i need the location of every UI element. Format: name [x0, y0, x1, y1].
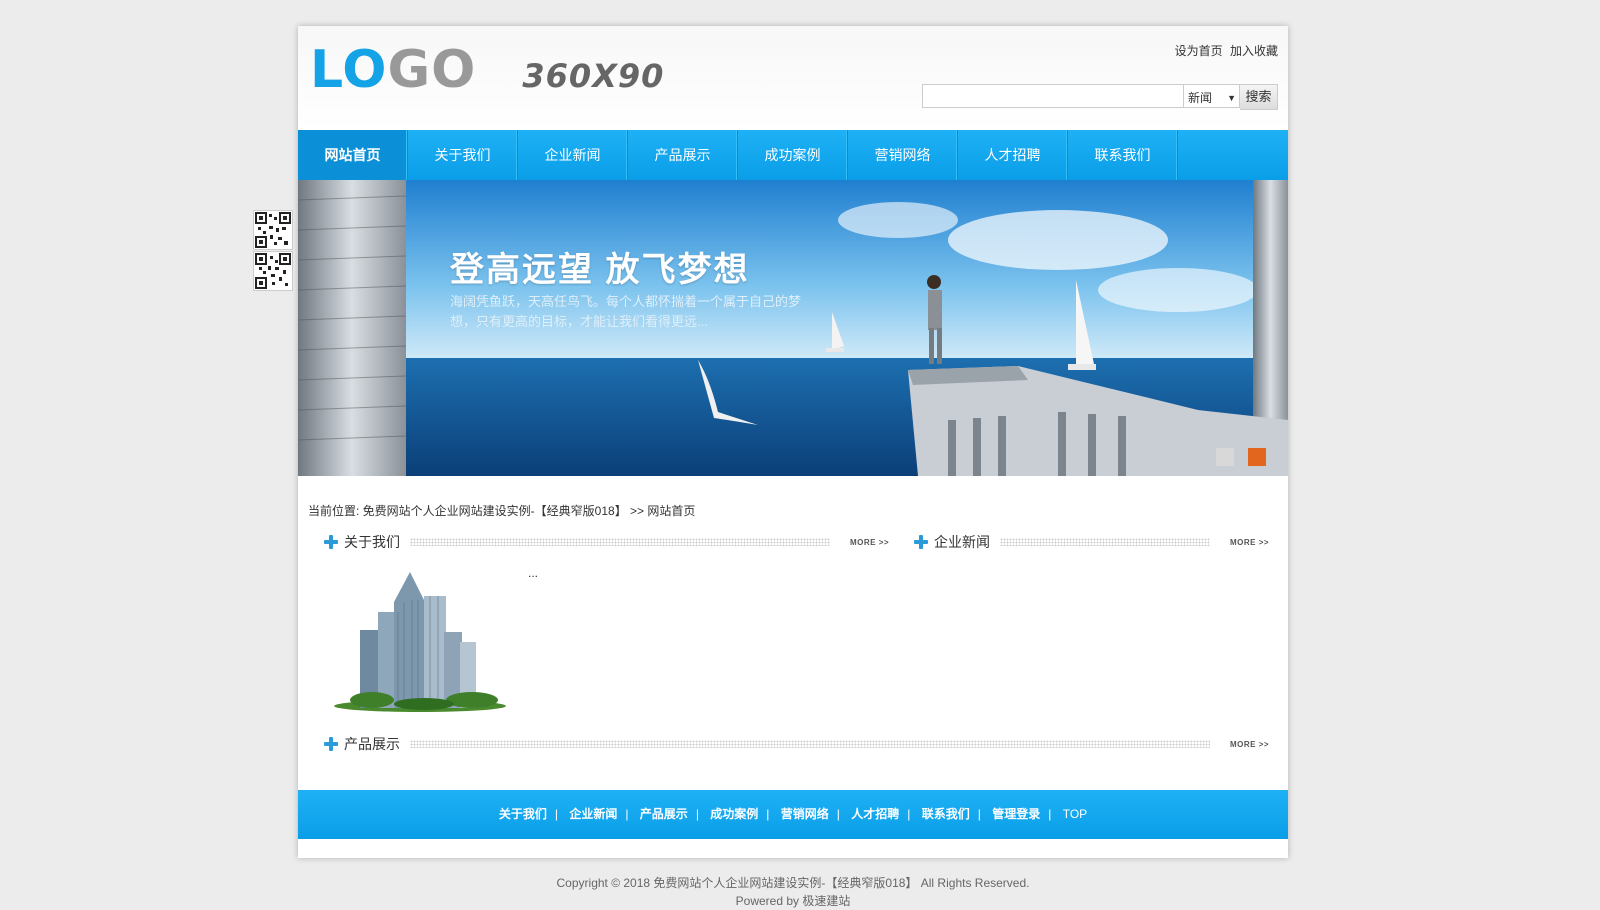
add-favorite-link[interactable]: 加入收藏	[1230, 44, 1278, 58]
hero-banner[interactable]: 登高远望 放飞梦想 海阔凭鱼跃，天高任鸟飞。每个人都怀揣着一个属于自己的梦想，只…	[298, 180, 1288, 476]
nav-item-cases[interactable]: 成功案例	[738, 130, 848, 180]
nav-item-jobs[interactable]: 人才招聘	[958, 130, 1068, 180]
footer-separator: |	[695, 807, 699, 821]
plus-icon	[914, 535, 928, 549]
footer-separator: |	[907, 807, 911, 821]
footer-link-contact[interactable]: 联系我们	[922, 807, 970, 821]
main-nav: 网站首页 关于我们 企业新闻 产品展示 成功案例 营销网络 人才招聘 联系我们	[298, 130, 1288, 180]
site-logo[interactable]: LOGO 360X90	[310, 40, 664, 100]
footer-link-news[interactable]: 企业新闻	[569, 807, 617, 821]
footer-separator: |	[625, 807, 629, 821]
breadcrumb: 当前位置: 免费网站个人企业网站建设实例-【经典窄版018】 >> 网站首页	[308, 504, 696, 518]
slide-indicator-2-active[interactable]	[1248, 448, 1266, 466]
products-section-header: 产品展示	[324, 734, 400, 754]
search-category-value: 新闻	[1188, 91, 1213, 105]
footer-link-cases[interactable]: 成功案例	[710, 807, 758, 821]
logo-size-text: 360X90	[522, 57, 665, 95]
copyright-block: Copyright © 2018 免费网站个人企业网站建设实例-【经典窄版018…	[298, 874, 1288, 910]
footer-link-products[interactable]: 产品展示	[640, 807, 688, 821]
about-excerpt: ...	[528, 566, 539, 580]
footer-link-admin-login[interactable]: 管理登录	[992, 807, 1040, 821]
top-links: 设为首页 加入收藏	[1171, 42, 1278, 59]
about-section-header: 关于我们	[324, 532, 400, 552]
section-divider	[410, 538, 830, 546]
footer-separator: |	[977, 807, 981, 821]
search-button[interactable]: 搜索	[1240, 84, 1278, 110]
about-more-link[interactable]: MORE >>	[850, 538, 889, 547]
page-container: LOGO 360X90 设为首页 加入收藏 新闻 ▼ 搜索 网站首页 关于我们 …	[298, 26, 1288, 858]
products-section-title: 产品展示	[344, 736, 400, 752]
search-category-select[interactable]: 新闻 ▼	[1184, 84, 1240, 108]
about-section-title: 关于我们	[344, 534, 400, 550]
about-building-image[interactable]	[332, 572, 506, 712]
news-more-link[interactable]: MORE >>	[1230, 538, 1269, 547]
nav-item-products[interactable]: 产品展示	[628, 130, 738, 180]
footer-link-network[interactable]: 营销网络	[781, 807, 829, 821]
banner-subtitle: 海阔凭鱼跃，天高任鸟飞。每个人都怀揣着一个属于自己的梦想，只有更高的目标，才能让…	[450, 294, 802, 329]
news-section-header: 企业新闻	[914, 532, 990, 552]
footer-link-jobs[interactable]: 人才招聘	[851, 807, 899, 821]
nav-item-home[interactable]: 网站首页	[298, 130, 408, 180]
qr-code-image-2	[253, 251, 293, 291]
section-divider	[410, 740, 1210, 748]
footer-link-about[interactable]: 关于我们	[499, 807, 547, 821]
footer-link-top[interactable]: TOP	[1063, 807, 1087, 821]
nav-item-contact[interactable]: 联系我们	[1068, 130, 1178, 180]
footer-separator: |	[1048, 807, 1052, 821]
copyright-text: Copyright © 2018 免费网站个人企业网站建设实例-【经典窄版018…	[556, 876, 1030, 890]
nav-item-news[interactable]: 企业新闻	[518, 130, 628, 180]
powered-by-text: Powered by 极速建站	[735, 894, 851, 908]
products-more-link[interactable]: MORE >>	[1230, 740, 1269, 749]
plus-icon	[324, 737, 338, 751]
section-divider	[1000, 538, 1210, 546]
nav-item-about[interactable]: 关于我们	[408, 130, 518, 180]
qr-code-image	[253, 210, 293, 250]
plus-icon	[324, 535, 338, 549]
footer-separator: |	[554, 807, 558, 821]
site-header: LOGO 360X90 设为首页 加入收藏 新闻 ▼ 搜索	[298, 26, 1288, 130]
set-homepage-link[interactable]: 设为首页	[1175, 44, 1223, 58]
slide-indicator-1[interactable]	[1216, 448, 1234, 466]
footer-nav: 关于我们 | 企业新闻 | 产品展示 | 成功案例 | 营销网络 | 人才招聘 | 联系我们…	[298, 790, 1288, 839]
banner-title: 登高远望 放飞梦想	[450, 251, 750, 289]
dropdown-arrow-icon: ▼	[1227, 93, 1236, 103]
search-bar: 新闻 ▼ 搜索	[922, 84, 1278, 110]
footer-separator: |	[766, 807, 770, 821]
footer-separator: |	[836, 807, 840, 821]
news-section-title: 企业新闻	[934, 534, 990, 550]
nav-item-network[interactable]: 营销网络	[848, 130, 958, 180]
search-input[interactable]	[922, 84, 1184, 108]
logo-text: LOGO	[310, 40, 477, 100]
